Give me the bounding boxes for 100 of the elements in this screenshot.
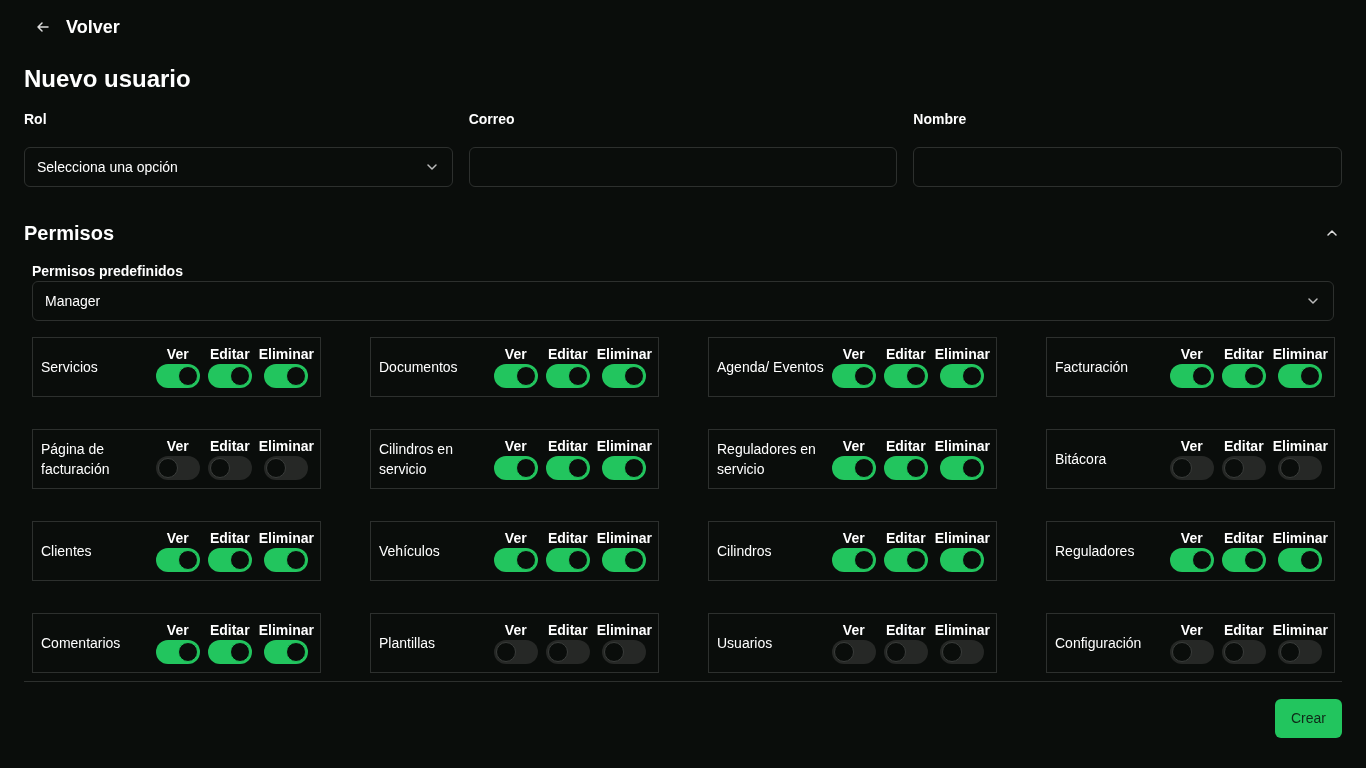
toggle-label: Eliminar xyxy=(596,438,652,454)
toggle-label: Ver xyxy=(166,530,189,546)
module-name: Documentos xyxy=(379,358,459,377)
toggle-switch[interactable] xyxy=(831,548,876,572)
toggle-label: Eliminar xyxy=(596,622,652,638)
section-title: Permisos xyxy=(24,221,115,246)
toggle-switch[interactable] xyxy=(264,640,309,664)
toggle-switch[interactable] xyxy=(545,364,590,388)
toggle-switch[interactable] xyxy=(883,640,928,664)
toggle-switch[interactable] xyxy=(493,640,538,664)
toggle-switch[interactable] xyxy=(1278,548,1323,572)
toggle-switch[interactable] xyxy=(1221,364,1266,388)
preset-select[interactable]: Manager xyxy=(32,281,1334,321)
field-label: Correo xyxy=(468,110,516,128)
toggle-label: Ver xyxy=(1180,530,1203,546)
toggle-switch[interactable] xyxy=(155,548,200,572)
toggle-switch[interactable] xyxy=(207,364,252,388)
toggle-switch[interactable] xyxy=(940,456,985,480)
module-name: Página de facturación xyxy=(41,440,111,479)
toggle-label: Ver xyxy=(1180,438,1203,454)
create-button[interactable]: Crear xyxy=(1275,699,1342,738)
toggle-label: Eliminar xyxy=(258,438,314,454)
role-select[interactable]: Selecciona una opción xyxy=(24,147,453,187)
toggle-label: Editar xyxy=(209,530,250,546)
toggle-switch[interactable] xyxy=(1221,456,1266,480)
toggle-label: Ver xyxy=(842,530,865,546)
toggle-switch[interactable] xyxy=(831,640,876,664)
field-label: Rol xyxy=(24,110,48,128)
toggle-label: Editar xyxy=(1223,438,1264,454)
module-name: Plantillas xyxy=(379,634,437,653)
toggle-switch[interactable] xyxy=(883,364,928,388)
toggle-label: Eliminar xyxy=(1272,438,1328,454)
toggle-label: Editar xyxy=(885,530,926,546)
module-name: Bitácora xyxy=(1055,450,1108,469)
toggle-switch[interactable] xyxy=(1169,456,1214,480)
toggle-switch[interactable] xyxy=(602,456,647,480)
toggle-label: Eliminar xyxy=(934,530,990,546)
toggle-switch[interactable] xyxy=(264,548,309,572)
toggle-switch[interactable] xyxy=(545,456,590,480)
toggle-label: Editar xyxy=(1223,622,1264,638)
toggle-switch[interactable] xyxy=(602,364,647,388)
toggle-switch[interactable] xyxy=(1278,640,1323,664)
text-field[interactable] xyxy=(468,147,898,187)
toggle-label: Ver xyxy=(842,346,865,362)
module-name: Cilindros xyxy=(717,542,773,561)
toggle-switch[interactable] xyxy=(155,640,200,664)
toggle-label: Editar xyxy=(885,438,926,454)
toggle-switch[interactable] xyxy=(1221,640,1266,664)
toggle-switch[interactable] xyxy=(545,548,590,572)
toggle-switch[interactable] xyxy=(493,456,538,480)
toggle-label: Ver xyxy=(166,438,189,454)
toggle-switch[interactable] xyxy=(493,364,538,388)
toggle-switch[interactable] xyxy=(207,640,252,664)
back-button[interactable]: Volver xyxy=(24,14,120,40)
toggle-switch[interactable] xyxy=(264,456,309,480)
toggle-switch[interactable] xyxy=(940,640,985,664)
toggle-label: Editar xyxy=(547,438,588,454)
toggle-switch[interactable] xyxy=(207,456,252,480)
toggle-switch[interactable] xyxy=(940,548,985,572)
toggle-switch[interactable] xyxy=(1221,548,1266,572)
toggle-switch[interactable] xyxy=(602,548,647,572)
toggle-switch[interactable] xyxy=(1169,640,1214,664)
module-name: Reguladores xyxy=(1055,542,1136,561)
toggle-label: Editar xyxy=(547,530,588,546)
toggle-switch[interactable] xyxy=(883,548,928,572)
module-name: Clientes xyxy=(41,542,93,561)
toggle-switch[interactable] xyxy=(1169,364,1214,388)
toggle-switch[interactable] xyxy=(1278,456,1323,480)
toggle-switch[interactable] xyxy=(883,456,928,480)
toggle-switch[interactable] xyxy=(831,364,876,388)
toggle-switch[interactable] xyxy=(155,456,200,480)
toggle-label: Eliminar xyxy=(934,622,990,638)
toggle-label: Ver xyxy=(166,346,189,362)
toggle-switch[interactable] xyxy=(831,456,876,480)
toggle-switch[interactable] xyxy=(493,548,538,572)
toggle-switch[interactable] xyxy=(1169,548,1214,572)
toggle-label: Eliminar xyxy=(934,438,990,454)
module-name: Facturación xyxy=(1055,358,1130,377)
toggle-switch[interactable] xyxy=(940,364,985,388)
page-title: Nuevo usuario xyxy=(24,64,192,94)
toggle-label: Ver xyxy=(842,622,865,638)
toggle-label: Editar xyxy=(885,346,926,362)
toggle-switch[interactable] xyxy=(264,364,309,388)
toggle-switch[interactable] xyxy=(545,640,590,664)
toggle-switch[interactable] xyxy=(1278,364,1323,388)
toggle-label: Eliminar xyxy=(596,530,652,546)
toggle-label: Eliminar xyxy=(1272,530,1328,546)
toggle-switch[interactable] xyxy=(207,548,252,572)
toggle-label: Editar xyxy=(885,622,926,638)
toggle-label: Ver xyxy=(166,622,189,638)
toggle-label: Eliminar xyxy=(1272,622,1328,638)
toggle-label: Editar xyxy=(209,346,250,362)
toggle-label: Editar xyxy=(1223,530,1264,546)
text-field[interactable] xyxy=(913,147,1342,187)
module-name: Servicios xyxy=(41,358,99,377)
toggle-label: Editar xyxy=(1223,346,1264,362)
toggle-switch[interactable] xyxy=(155,364,200,388)
toggle-label: Eliminar xyxy=(258,346,314,362)
toggle-label: Eliminar xyxy=(258,530,314,546)
toggle-switch[interactable] xyxy=(602,640,647,664)
